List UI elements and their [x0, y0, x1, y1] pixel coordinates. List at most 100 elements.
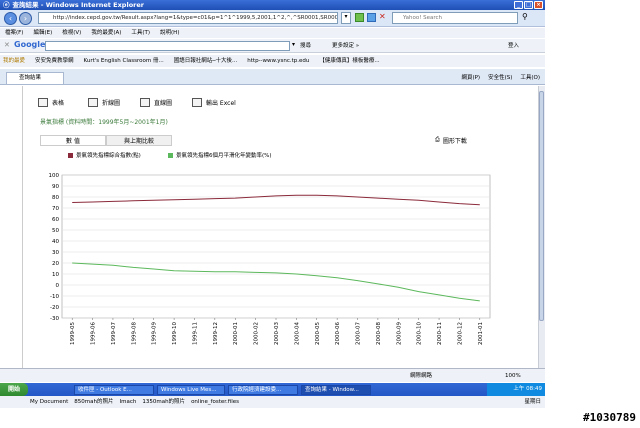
google-dropdown-icon[interactable]: ▾: [292, 41, 295, 48]
stop-icon[interactable]: ✕: [379, 12, 386, 21]
x-tick-label: 2000-09: [396, 322, 402, 345]
google-login-button[interactable]: 登入: [508, 41, 519, 49]
x-tick-label: 2000-12: [457, 322, 463, 345]
google-search-button[interactable]: 搜尋: [300, 41, 311, 49]
tray-day: 星期日: [524, 399, 541, 405]
close-toolbar-icon[interactable]: ✕: [4, 41, 10, 49]
excel-icon: [192, 98, 202, 107]
y-tick-label: 40: [52, 239, 59, 245]
search-icon[interactable]: ⚲: [522, 12, 533, 23]
window-titlebar: ⓔ 查詢結果 - Windows Internet Explorer _ □ ×: [0, 0, 545, 10]
chart-download[interactable]: ⎙ 圖形下載: [435, 136, 467, 145]
menu-edit[interactable]: 編輯(E): [33, 28, 52, 38]
taskbar-row-2: My Document 850mah的照片 Imach 1350mah的照片 o…: [0, 396, 545, 408]
tools-menu[interactable]: 工具(O): [520, 72, 540, 84]
favorite-link-1[interactable]: 安安免費教學網: [35, 55, 74, 67]
tab-query-result[interactable]: 查詢結果: [6, 72, 64, 84]
zoom-level[interactable]: 100%: [505, 369, 521, 383]
x-tick-label: 2000-02: [254, 322, 260, 345]
option-bar-chart[interactable]: 直線圖: [140, 98, 172, 107]
plot-area: [61, 174, 491, 319]
x-tick-label: 1999-11: [192, 322, 198, 345]
ie-icon: ⓔ: [3, 1, 10, 9]
option-table[interactable]: 表格: [38, 98, 64, 107]
x-tick-label: 1999-05: [70, 322, 76, 345]
google-more-button[interactable]: 更多設定 »: [332, 41, 359, 49]
page-menu[interactable]: 網頁(P): [461, 72, 480, 84]
y-tick-label: 90: [52, 184, 59, 190]
scrollbar-thumb[interactable]: [539, 91, 544, 321]
maximize-button[interactable]: □: [524, 1, 533, 9]
start-button[interactable]: 開始: [0, 383, 28, 396]
google-search-input[interactable]: [45, 41, 290, 51]
x-tick-label: 1999-06: [91, 322, 97, 345]
favorite-link-2[interactable]: Kurt's English Classroom 冊...: [84, 55, 164, 67]
chart-download-label: 圖形下載: [442, 138, 467, 145]
y-tick-label: -30: [50, 316, 59, 322]
bar-chart-icon: [140, 98, 150, 107]
menu-favorites[interactable]: 我的最愛(A): [91, 28, 121, 38]
taskbar: 開始 收件匣 - Outlook E... Windows Live Mes..…: [0, 383, 545, 396]
address-dropdown-icon[interactable]: ▾: [341, 12, 351, 24]
menu-view[interactable]: 檢視(V): [62, 28, 81, 38]
taskbar2-item-1[interactable]: My Document: [30, 396, 68, 408]
safety-menu[interactable]: 安全性(S): [488, 72, 512, 84]
refresh-icon[interactable]: [367, 13, 376, 22]
x-tick-label: 1999-08: [131, 322, 137, 345]
legend-series-2: 景氣領先指標6個月平滑化年變動率(%): [168, 151, 272, 159]
x-tick-label: 2000-07: [356, 322, 362, 345]
favorite-link-4[interactable]: http--www.ysnc.tp.edu: [247, 55, 309, 67]
taskbar-button-ie[interactable]: 查詢結果 - Window...: [301, 384, 371, 395]
close-button[interactable]: ×: [534, 1, 543, 9]
legend-swatch-1: [68, 152, 73, 158]
window-title: 查詢結果 - Windows Internet Explorer: [12, 1, 144, 9]
table-icon: [38, 98, 48, 107]
favorites-bar: 我的最愛 安安免費教學網 Kurt's English Classroom 冊.…: [0, 55, 545, 67]
tab-values[interactable]: 數 值: [40, 135, 106, 146]
menu-file[interactable]: 檔案(F): [5, 28, 23, 38]
minimize-button[interactable]: _: [514, 1, 523, 9]
google-logo: Google: [14, 40, 46, 49]
address-bar[interactable]: http://index.cepd.gov.tw/Result.aspx?lan…: [38, 12, 338, 24]
go-icon[interactable]: [355, 13, 364, 22]
back-button[interactable]: ‹: [4, 12, 17, 25]
favorite-link-5[interactable]: 【健康傳真】樣板醫療...: [319, 55, 379, 67]
menu-help[interactable]: 說明(H): [160, 28, 179, 38]
x-tick-label: 1999-10: [172, 322, 178, 345]
x-tick-label: 2001-01: [478, 322, 484, 345]
x-tick-label: 1999-09: [152, 322, 158, 345]
favorite-link-3[interactable]: 國語日報社網站─十大後...: [174, 55, 238, 67]
taskbar-button-messenger[interactable]: Windows Live Mes...: [157, 384, 225, 395]
tab-compare[interactable]: 與上期比較: [106, 135, 172, 146]
forward-button[interactable]: ›: [19, 12, 32, 25]
status-bar: 網際網路 100%: [0, 368, 545, 382]
status-zone: 網際網路: [410, 373, 433, 379]
tray-clock: 上午 08:49: [513, 386, 542, 392]
taskbar-button-outlook[interactable]: 收件匣 - Outlook E...: [74, 384, 154, 395]
y-tick-label: 80: [52, 195, 59, 201]
watermark: #1030789: [583, 411, 636, 424]
search-input[interactable]: Yahoo! Search: [392, 12, 518, 24]
taskbar2-item-3[interactable]: Imach: [119, 396, 136, 408]
option-excel[interactable]: 輸出 Excel: [192, 98, 236, 107]
y-tick-label: 20: [52, 261, 59, 267]
taskbar2-item-2[interactable]: 850mah的照片: [74, 396, 113, 408]
y-tick-label: 10: [52, 272, 59, 278]
y-tick-label: 50: [52, 228, 59, 234]
taskbar2-item-4[interactable]: 1350mah的照片: [142, 396, 185, 408]
favorites-star-button[interactable]: 我的最愛: [3, 55, 25, 67]
y-tick-label: -10: [50, 294, 59, 300]
y-tick-label: -20: [50, 305, 59, 311]
option-line-chart[interactable]: 折線圖: [88, 98, 120, 107]
option-excel-label: 輸出 Excel: [206, 100, 236, 107]
printer-icon: ⎙: [435, 136, 440, 143]
menu-tools[interactable]: 工具(T): [131, 28, 150, 38]
taskbar-button-cepd[interactable]: 行政院經濟建設委...: [228, 384, 298, 395]
y-tick-label: 60: [52, 217, 59, 223]
x-tick-label: 1999-12: [213, 322, 219, 345]
legend-label-2: 景氣領先指標6個月平滑化年變動率(%): [176, 153, 272, 159]
x-tick-label: 2000-05: [315, 322, 321, 345]
chart-title: 景氣指標 (資料時間：1999年5月~2001年1月): [40, 119, 168, 126]
taskbar2-item-5[interactable]: online_foster.files: [191, 396, 239, 408]
legend-label-1: 景氣領先指標綜合指數(點): [76, 153, 141, 159]
